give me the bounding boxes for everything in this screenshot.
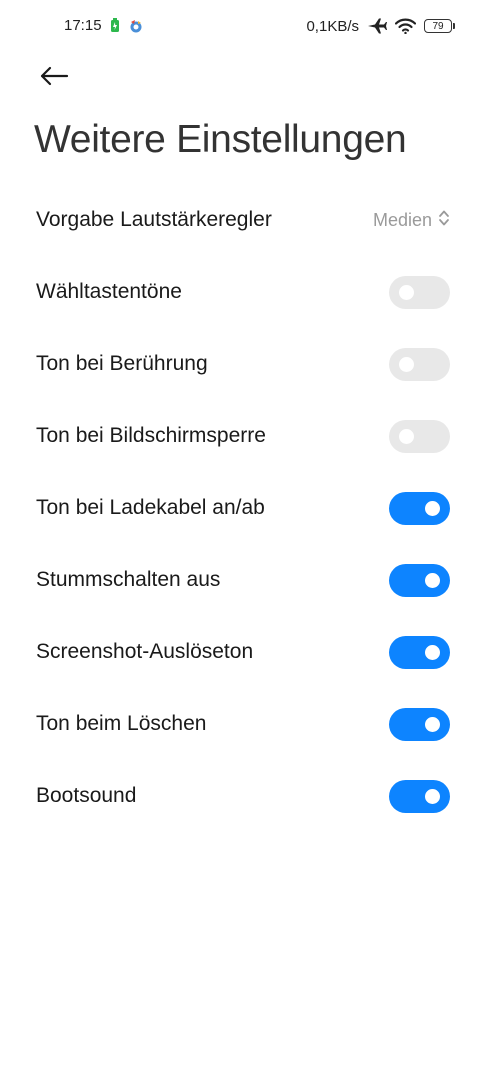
volume-default-row[interactable]: Vorgabe Lautstärkeregler Medien	[0, 184, 486, 256]
toggle-knob	[425, 500, 440, 516]
status-bar: 17:15 0,1KB/s 79	[0, 0, 486, 54]
setting-label: Ton bei Bildschirmsperre	[36, 424, 266, 447]
setting-label: Screenshot-Auslöseton	[36, 640, 254, 663]
battery-icon: 79	[424, 19, 455, 33]
unmute-toggle[interactable]	[389, 563, 450, 597]
screenshot-sound-toggle[interactable]	[389, 635, 450, 669]
setting-row-dial-tones[interactable]: Wähltastentöne	[0, 256, 486, 328]
toggle-knob	[425, 716, 440, 732]
chevron-up-down-icon	[438, 208, 450, 233]
toggle-knob	[399, 356, 414, 372]
volume-default-value: Medien	[372, 209, 432, 230]
setting-label: Bootsound	[36, 784, 137, 807]
setting-label: Ton bei Ladekabel an/ab	[36, 496, 265, 519]
setting-row-screenshot-sound[interactable]: Screenshot-Auslöseton	[0, 616, 486, 688]
status-time: 17:15	[64, 17, 102, 34]
app-notification-icon	[128, 18, 144, 34]
toggle-knob	[399, 284, 414, 300]
airplane-mode-icon	[367, 17, 387, 35]
settings-list: Vorgabe Lautstärkeregler Medien Wähltast…	[0, 184, 486, 832]
toggle-knob	[425, 644, 440, 660]
back-button[interactable]	[34, 58, 74, 98]
wifi-icon	[395, 18, 416, 34]
setting-row-delete-sound[interactable]: Ton beim Löschen	[0, 688, 486, 760]
toggle-knob	[425, 788, 440, 804]
status-left: 17:15	[64, 17, 144, 34]
battery-level: 79	[432, 20, 444, 32]
page-title: Weitere Einstellungen	[34, 118, 407, 161]
boot-sound-toggle[interactable]	[389, 779, 450, 813]
lock-screen-sound-toggle[interactable]	[389, 419, 450, 453]
setting-label: Ton beim Löschen	[36, 712, 207, 735]
setting-label: Ton bei Berührung	[36, 352, 208, 375]
setting-label: Stummschalten aus	[36, 568, 221, 591]
setting-row-boot-sound[interactable]: Bootsound	[0, 760, 486, 832]
setting-row-charger-sound[interactable]: Ton bei Ladekabel an/ab	[0, 472, 486, 544]
network-speed: 0,1KB/s	[306, 17, 359, 35]
delete-sound-toggle[interactable]	[389, 707, 450, 741]
arrow-left-icon	[39, 66, 69, 91]
status-right: 0,1KB/s 79	[306, 17, 455, 35]
touch-sound-toggle[interactable]	[389, 347, 450, 381]
volume-default-select[interactable]: Medien	[373, 208, 450, 233]
setting-row-lock-screen-sound[interactable]: Ton bei Bildschirmsperre	[0, 400, 486, 472]
setting-row-touch-sound[interactable]: Ton bei Berührung	[0, 328, 486, 400]
battery-saver-icon	[110, 18, 120, 33]
setting-row-unmute[interactable]: Stummschalten aus	[0, 544, 486, 616]
dial-tones-toggle[interactable]	[389, 275, 450, 309]
setting-label: Wähltastentöne	[36, 280, 182, 303]
toggle-knob	[399, 428, 414, 444]
charger-sound-toggle[interactable]	[389, 491, 450, 525]
volume-default-label: Vorgabe Lautstärkeregler	[36, 208, 272, 231]
toggle-knob	[425, 572, 440, 588]
